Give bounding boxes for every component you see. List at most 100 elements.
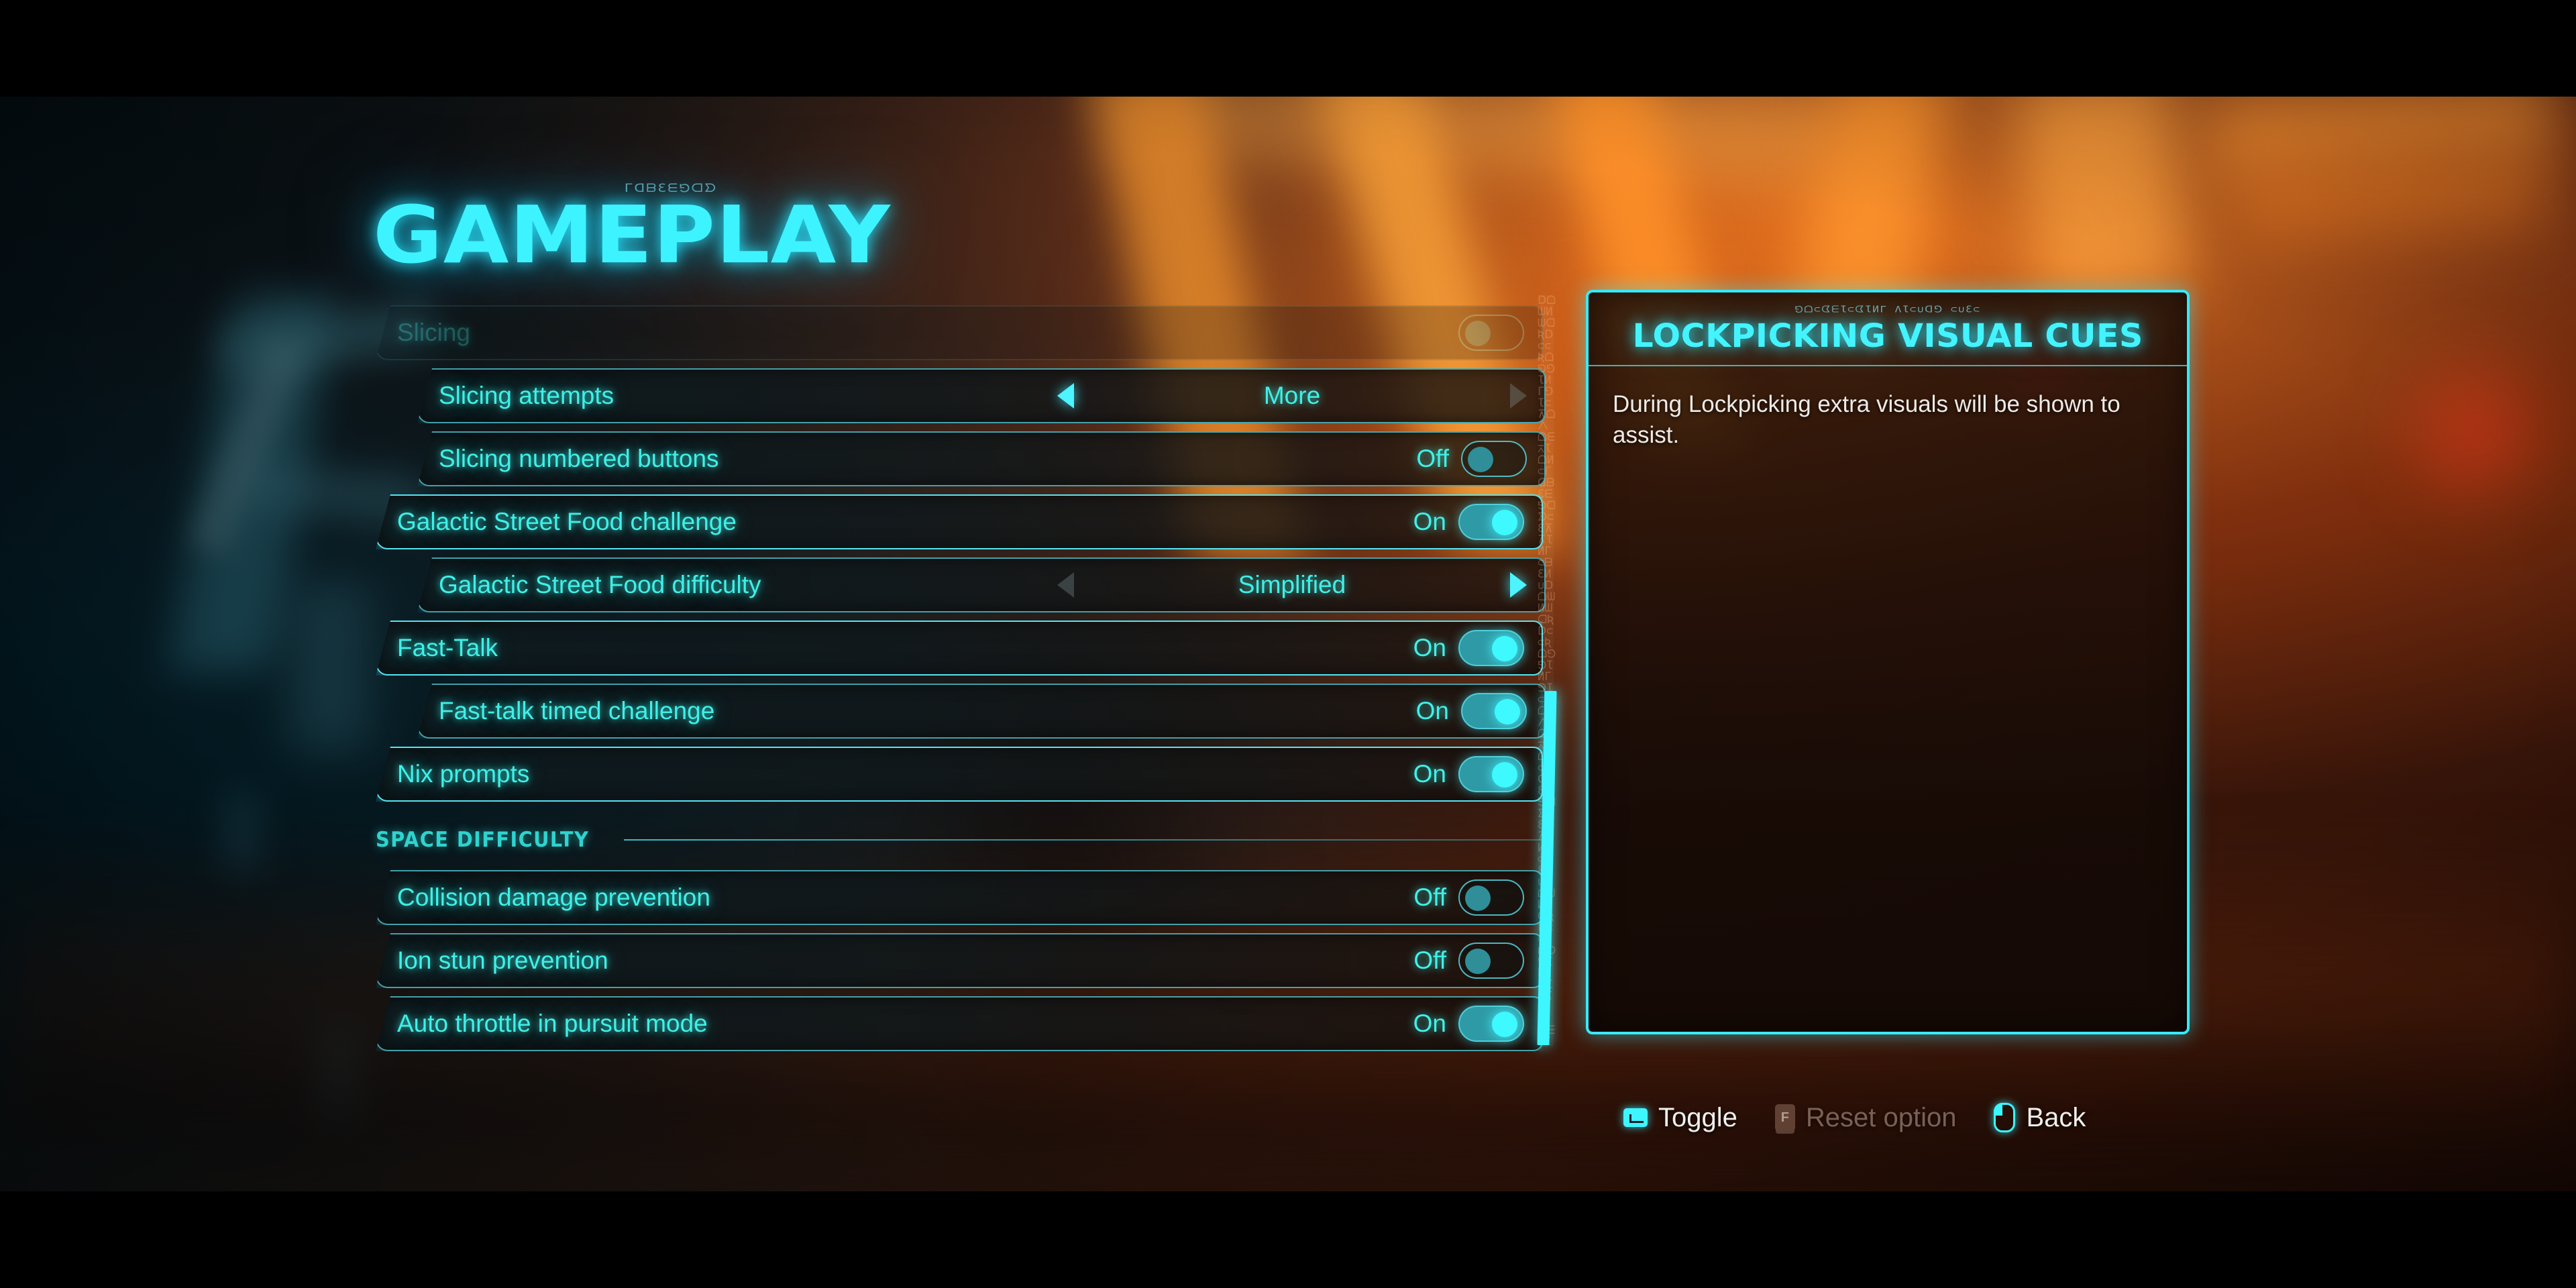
toggle-switch[interactable] <box>1458 1006 1524 1042</box>
f-key-icon: F <box>1774 1104 1795 1131</box>
page-title-block: ΓᗡᗷƐᗴ⅁ᗡᗤ GAMEPLAY <box>373 180 890 274</box>
settings-row-galactic-street-food-difficulty[interactable]: Galactic Street Food difficulty Simplifie… <box>417 557 1546 612</box>
info-panel-description: During Lockpicking extra visuals will be… <box>1613 391 2121 448</box>
toggle-knob <box>1492 510 1517 535</box>
prompt-back[interactable]: Back <box>1994 1103 2086 1133</box>
info-panel-header: ⅁ᗝ⊂ᗧᗴƖ⊂ᗧƖИΓ ΛƖ⊂∪ᗡ⅁ ⊂∪Ɛ⊂ LOCKPICKING VISU… <box>1589 292 2187 366</box>
chevron-left-icon[interactable] <box>1057 383 1074 409</box>
toggle-switch[interactable] <box>1458 504 1524 540</box>
settings-row-slicing-attempts[interactable]: Slicing attempts More <box>417 368 1546 423</box>
toggle-control[interactable]: On <box>1413 630 1524 666</box>
settings-row-control[interactable]: On <box>1413 504 1542 540</box>
settings-row-label: Slicing attempts <box>439 382 614 409</box>
settings-row-slicing[interactable]: Slicing <box>376 305 1543 360</box>
toggle-control[interactable]: On <box>1413 504 1524 540</box>
stepper-value: Simplified <box>1238 571 1346 598</box>
toggle-switch[interactable] <box>1461 693 1527 729</box>
toggle-knob <box>1492 636 1517 661</box>
prompt-label: Back <box>2026 1102 2086 1132</box>
toggle-knob <box>1492 1012 1517 1037</box>
settings-row-control[interactable]: Off <box>1413 879 1542 916</box>
mouse-icon-glyph <box>1994 1103 2016 1132</box>
toggle-state-label: On <box>1415 697 1449 724</box>
game-settings-screen: ΓᗡᗷƐᗴ⅁ᗡᗤ GAMEPLAY Slicing Slicing attempt… <box>0 0 2576 1288</box>
settings-row-slicing-numbered-buttons[interactable]: Slicing numbered buttons Off <box>417 431 1546 486</box>
settings-row-label: Nix prompts <box>397 760 530 788</box>
f-key-icon-glyph: F <box>1774 1104 1795 1131</box>
prompt-label: Reset option <box>1805 1102 1957 1132</box>
settings-row-nix-prompts[interactable]: Nix prompts On <box>376 747 1543 802</box>
chevron-right-icon[interactable] <box>1510 383 1527 409</box>
settings-row-control[interactable]: Off <box>1413 943 1542 979</box>
settings-row-collision-damage-prevention[interactable]: Collision damage prevention Off <box>376 870 1543 925</box>
toggle-state-label: Off <box>1413 947 1446 974</box>
prompt-label: Toggle <box>1658 1102 1737 1132</box>
stepper-control[interactable]: More <box>1057 382 1527 410</box>
toggle-knob <box>1465 949 1491 974</box>
toggle-state-label: On <box>1413 760 1446 788</box>
prompt-toggle[interactable]: Toggle <box>1623 1103 1737 1133</box>
settings-row-galactic-street-food-challenge[interactable]: Galactic Street Food challenge On <box>376 494 1543 549</box>
settings-row-control[interactable]: On <box>1413 1006 1542 1042</box>
toggle-control[interactable]: On <box>1416 693 1527 729</box>
button-prompt-bar: Toggle F Reset option Back <box>1623 1093 2267 1142</box>
toggle-knob <box>1468 447 1493 472</box>
settings-row-label: Galactic Street Food difficulty <box>439 571 761 598</box>
settings-row-label: Fast-talk timed challenge <box>439 697 715 724</box>
settings-row-control[interactable]: On <box>1413 630 1542 666</box>
section-header-space-difficulty-header: SPACE DIFFICULTY <box>376 819 1543 861</box>
toggle-knob <box>1465 885 1491 911</box>
stepper-value: More <box>1263 382 1321 409</box>
letterbox-bottom <box>0 1191 2576 1288</box>
settings-row-control[interactable]: Simplified <box>1057 571 1544 599</box>
settings-row-label: Slicing <box>397 319 470 346</box>
toggle-state-label: On <box>1413 508 1446 535</box>
toggle-state-label: On <box>1413 1010 1446 1037</box>
chevron-left-icon[interactable] <box>1057 572 1074 598</box>
enter-key-icon <box>1623 1108 1648 1127</box>
settings-row-auto-throttle-in-pursuit-mode[interactable]: Auto throttle in pursuit mode On <box>376 996 1543 1051</box>
settings-scrollbar[interactable]: ᗞᗝᗯИᗯᗡƦᗞ⊂⊂Ʀᗝ⅁⅁ƖИΓ⅁Ɩ⊂⊼ᗝᐱᗝᗴ⊼ƖᗝИ⊂ΓᗡᗷƐᗴ⅁ᗡᗤ⊂Ɛ… <box>1537 295 1557 1046</box>
toggle-control[interactable]: On <box>1413 756 1524 792</box>
info-panel-aurebesh: ⅁ᗝ⊂ᗧᗴƖ⊂ᗧƖИΓ ΛƖ⊂∪ᗡ⅁ ⊂∪Ɛ⊂ <box>1794 303 1981 315</box>
prompt-reset-option[interactable]: F Reset option <box>1774 1102 1957 1133</box>
settings-row-fast-talk[interactable]: Fast-Talk On <box>376 621 1543 676</box>
toggle-control[interactable]: Off <box>1413 879 1524 916</box>
section-header-label: SPACE DIFFICULTY <box>376 828 590 852</box>
settings-row-label: Slicing numbered buttons <box>439 445 719 472</box>
enter-key-icon-glyph <box>1623 1108 1648 1127</box>
letterbox-top <box>0 0 2576 97</box>
settings-row-label: Collision damage prevention <box>397 883 710 911</box>
toggle-switch[interactable] <box>1458 943 1524 979</box>
toggle-state-label: Off <box>1413 883 1446 911</box>
toggle-control[interactable]: On <box>1413 1006 1524 1042</box>
toggle-switch[interactable] <box>1458 879 1524 916</box>
toggle-switch[interactable] <box>1458 315 1524 351</box>
settings-row-ion-stun-prevention[interactable]: Ion stun prevention Off <box>376 933 1543 988</box>
section-header-rule <box>624 839 1543 841</box>
toggle-knob <box>1492 762 1517 788</box>
info-panel-title: LOCKPICKING VISUAL CUES <box>1632 317 2143 355</box>
settings-row-control[interactable]: On <box>1413 756 1542 792</box>
toggle-control[interactable]: Off <box>1413 943 1524 979</box>
toggle-switch[interactable] <box>1458 756 1524 792</box>
settings-row-control[interactable]: On <box>1416 693 1544 729</box>
toggle-knob <box>1495 699 1520 724</box>
settings-row-label: Fast-Talk <box>397 634 498 661</box>
settings-row-control[interactable] <box>1446 315 1542 351</box>
settings-row-control[interactable]: More <box>1057 382 1544 410</box>
toggle-control[interactable] <box>1446 315 1524 351</box>
settings-list[interactable]: Slicing Slicing attempts More Slicing numbe… <box>376 305 1546 1059</box>
chevron-right-icon[interactable] <box>1510 572 1527 598</box>
toggle-switch[interactable] <box>1458 630 1524 666</box>
toggle-control[interactable]: Off <box>1416 441 1527 477</box>
toggle-switch[interactable] <box>1461 441 1527 477</box>
settings-row-fast-talk-timed-challenge[interactable]: Fast-talk timed challenge On <box>417 684 1546 739</box>
toggle-state-label: On <box>1413 634 1446 661</box>
settings-row-label: Auto throttle in pursuit mode <box>397 1010 708 1037</box>
settings-row-label: Ion stun prevention <box>397 947 608 974</box>
stepper-control[interactable]: Simplified <box>1057 571 1527 599</box>
toggle-knob <box>1465 321 1491 346</box>
settings-row-control[interactable]: Off <box>1416 441 1544 477</box>
mouse-icon <box>1994 1103 2016 1132</box>
